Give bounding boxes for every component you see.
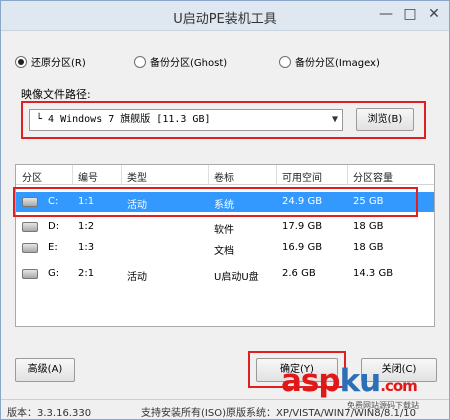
radio-backup-imagex-label: 备份分区(Imagex) <box>295 58 380 69</box>
title-bar: U启动PE装机工具 — □ ✕ <box>1 1 449 31</box>
radio-restore-label: 还原分区(R) <box>31 58 86 69</box>
radio-restore[interactable]: 还原分区(R) <box>15 54 86 70</box>
header-label: 卷标 <box>214 173 234 184</box>
cell-size: 14.3 GB <box>353 268 394 279</box>
watermark-com: .com <box>380 377 418 395</box>
cell-free: 16.9 GB <box>282 242 323 253</box>
cell-size: 18 GB <box>353 221 384 232</box>
header-type: 类型 <box>127 173 147 184</box>
cell-number: 2:1 <box>78 268 95 279</box>
table-row[interactable]: D: 1:2 软件 17.9 GB 18 GB <box>16 217 434 237</box>
header-size: 分区容量 <box>353 173 393 184</box>
table-row[interactable]: G: 2:1 活动 U启动U盘 2.6 GB 14.3 GB <box>16 264 434 284</box>
image-select[interactable]: └ 4 Windows 7 旗舰版 [11.3 GB] ▼ <box>29 109 343 131</box>
radio-backup-imagex[interactable]: 备份分区(Imagex) <box>279 54 380 70</box>
cell-free: 17.9 GB <box>282 221 323 232</box>
watermark-ku: ku <box>339 363 382 399</box>
column-divider <box>208 165 209 185</box>
cell-free: 2.6 GB <box>282 268 316 279</box>
watermark-logo: aspku.com 免费网站源码下载站 <box>281 363 419 410</box>
cell-label: U启动U盘 <box>214 272 259 283</box>
radio-backup-ghost-label: 备份分区(Ghost) <box>150 58 228 69</box>
version-text: 版本：3.3.16.330 <box>7 408 92 419</box>
radio-restore-indicator[interactable] <box>15 55 27 68</box>
cell-partition: G: <box>48 268 60 279</box>
cell-partition: E: <box>48 242 58 253</box>
radio-backup-imagex-indicator[interactable] <box>279 55 291 68</box>
radio-backup-ghost[interactable]: 备份分区(Ghost) <box>134 54 227 70</box>
watermark-asp: asp <box>281 363 341 399</box>
disk-icon <box>22 243 38 253</box>
column-divider <box>276 165 277 185</box>
close-window-button[interactable]: ✕ <box>421 5 447 25</box>
minimize-button[interactable]: — <box>373 5 399 25</box>
table-header: 分区 编号 类型 卷标 可用空间 分区容量 <box>16 165 434 185</box>
cell-number: 1:2 <box>78 221 95 232</box>
header-partition: 分区 <box>22 173 42 184</box>
cell-number: 1:3 <box>78 242 95 253</box>
watermark-subtitle: 免费网站源码下载站 <box>347 401 419 410</box>
browse-button[interactable]: 浏览(B) <box>356 108 414 131</box>
header-free: 可用空间 <box>282 173 322 184</box>
image-path-label: 映像文件路径: <box>21 88 91 101</box>
cell-partition: D: <box>48 221 60 232</box>
highlight-box-row <box>13 187 418 217</box>
column-divider <box>72 165 73 185</box>
cell-label: 文档 <box>214 246 234 257</box>
column-divider <box>347 165 348 185</box>
chevron-down-icon[interactable]: ▼ <box>332 110 338 130</box>
header-number: 编号 <box>78 173 98 184</box>
disk-icon <box>22 222 38 232</box>
cell-label: 软件 <box>214 225 234 236</box>
table-row[interactable]: E: 1:3 文档 16.9 GB 18 GB <box>16 238 434 258</box>
app-window: U启动PE装机工具 — □ ✕ 还原分区(R) 备份分区(Ghost) 备份分区… <box>0 0 450 420</box>
cell-type: 活动 <box>127 272 147 283</box>
advanced-button[interactable]: 高级(A) <box>15 358 75 382</box>
cell-size: 18 GB <box>353 242 384 253</box>
column-divider <box>121 165 122 185</box>
usb-disk-icon <box>22 269 38 279</box>
radio-backup-ghost-indicator[interactable] <box>134 55 146 68</box>
image-select-value: └ 4 Windows 7 旗舰版 [11.3 GB] <box>36 114 211 125</box>
maximize-button[interactable]: □ <box>397 5 423 25</box>
